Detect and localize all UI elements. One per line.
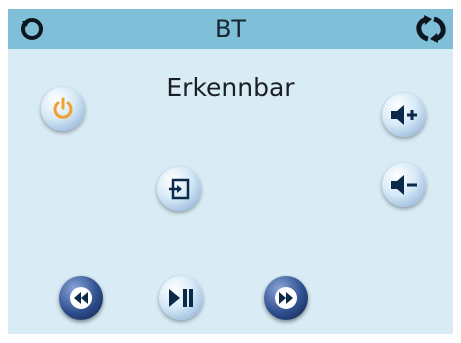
header-bar: BT [8, 9, 453, 49]
rewind-icon [70, 287, 92, 309]
previous-track-button[interactable] [59, 276, 103, 320]
input-source-icon [169, 178, 190, 200]
play-pause-button[interactable] [159, 276, 203, 320]
volume-down-button[interactable] [382, 163, 426, 207]
sync-button[interactable] [413, 13, 449, 45]
page-title: BT [214, 15, 247, 43]
fast-forward-icon [275, 287, 297, 309]
power-icon [53, 97, 73, 119]
sync-arrows-icon [416, 15, 446, 43]
power-button[interactable] [41, 87, 85, 131]
input-source-button[interactable] [157, 167, 201, 211]
volume-up-button[interactable] [382, 93, 426, 137]
volume-down-icon [391, 175, 417, 195]
volume-up-icon [391, 105, 417, 125]
bt-screen: BT Erkennbar [8, 9, 453, 334]
play-pause-icon [169, 289, 193, 307]
next-track-button[interactable] [264, 276, 308, 320]
